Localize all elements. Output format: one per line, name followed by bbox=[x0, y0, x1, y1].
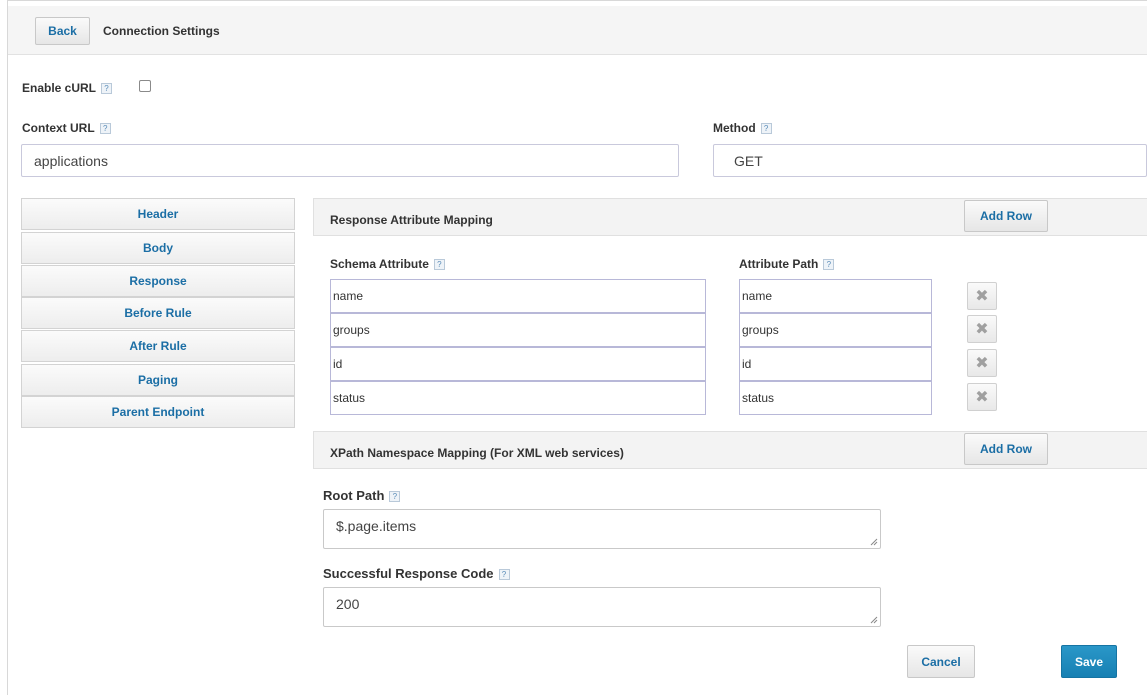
enable-curl-label-text: Enable cURL bbox=[22, 81, 97, 95]
tab-response[interactable]: Response bbox=[21, 265, 295, 297]
context-url-label-text: Context URL bbox=[22, 121, 95, 135]
root-path-label-text: Root Path bbox=[323, 488, 385, 503]
attribute-path-label: Attribute Path? bbox=[739, 257, 835, 271]
help-icon[interactable]: ? bbox=[389, 491, 401, 503]
attribute-path-input[interactable]: status bbox=[739, 381, 932, 415]
root-path-label: Root Path? bbox=[323, 488, 401, 503]
tab-before-rule[interactable]: Before Rule bbox=[21, 297, 295, 329]
add-row-button[interactable]: Add Row bbox=[964, 433, 1048, 465]
success-code-textarea[interactable]: 200 bbox=[323, 587, 881, 627]
root-path-value: $.page.items bbox=[336, 518, 417, 534]
back-button[interactable]: Back bbox=[35, 17, 90, 45]
resize-grip-icon[interactable] bbox=[870, 616, 878, 624]
help-icon[interactable]: ? bbox=[99, 123, 111, 135]
tab-paging[interactable]: Paging bbox=[21, 364, 295, 396]
delete-row-icon[interactable]: ✖ bbox=[967, 282, 997, 310]
schema-attribute-label: Schema Attribute? bbox=[330, 257, 445, 271]
method-label-text: Method bbox=[713, 121, 756, 135]
response-mapping-title: Response Attribute Mapping bbox=[330, 213, 493, 227]
tab-header[interactable]: Header bbox=[21, 198, 295, 230]
delete-row-icon[interactable]: ✖ bbox=[967, 349, 997, 377]
save-button[interactable]: Save bbox=[1061, 645, 1117, 678]
schema-attribute-input[interactable]: name bbox=[330, 279, 706, 313]
root-path-textarea[interactable]: $.page.items bbox=[323, 509, 881, 549]
success-code-label: Successful Response Code? bbox=[323, 566, 510, 581]
schema-attribute-input[interactable]: id bbox=[330, 347, 706, 381]
delete-row-icon[interactable]: ✖ bbox=[967, 383, 997, 411]
enable-curl-label: Enable cURL? bbox=[22, 81, 113, 95]
attribute-path-label-text: Attribute Path bbox=[739, 257, 819, 271]
help-icon[interactable]: ? bbox=[433, 259, 445, 271]
schema-attribute-input[interactable]: status bbox=[330, 381, 706, 415]
add-row-button[interactable]: Add Row bbox=[964, 200, 1048, 232]
attribute-path-input[interactable]: id bbox=[739, 347, 932, 381]
success-code-label-text: Successful Response Code bbox=[323, 566, 494, 581]
attribute-path-input[interactable]: name bbox=[739, 279, 932, 313]
context-url-label: Context URL? bbox=[22, 121, 111, 135]
schema-attribute-label-text: Schema Attribute bbox=[330, 257, 429, 271]
tab-after-rule[interactable]: After Rule bbox=[21, 330, 295, 362]
context-url-input[interactable]: applications bbox=[21, 144, 679, 177]
tab-parent-endpoint[interactable]: Parent Endpoint bbox=[21, 396, 295, 428]
method-select[interactable]: GET bbox=[713, 144, 1147, 177]
resize-grip-icon[interactable] bbox=[870, 538, 878, 546]
help-icon[interactable]: ? bbox=[498, 569, 510, 581]
enable-curl-checkbox[interactable] bbox=[139, 80, 151, 92]
cancel-button[interactable]: Cancel bbox=[907, 645, 975, 678]
help-icon[interactable]: ? bbox=[760, 123, 772, 135]
xpath-mapping-title: XPath Namespace Mapping (For XML web ser… bbox=[330, 446, 624, 460]
delete-row-icon[interactable]: ✖ bbox=[967, 315, 997, 343]
help-icon[interactable]: ? bbox=[823, 259, 835, 271]
success-code-value: 200 bbox=[336, 596, 360, 612]
page-title: Connection Settings bbox=[103, 24, 220, 38]
attribute-path-input[interactable]: groups bbox=[739, 313, 932, 347]
method-label: Method? bbox=[713, 121, 772, 135]
tab-body[interactable]: Body bbox=[21, 232, 295, 264]
help-icon[interactable]: ? bbox=[101, 83, 113, 95]
schema-attribute-input[interactable]: groups bbox=[330, 313, 706, 347]
